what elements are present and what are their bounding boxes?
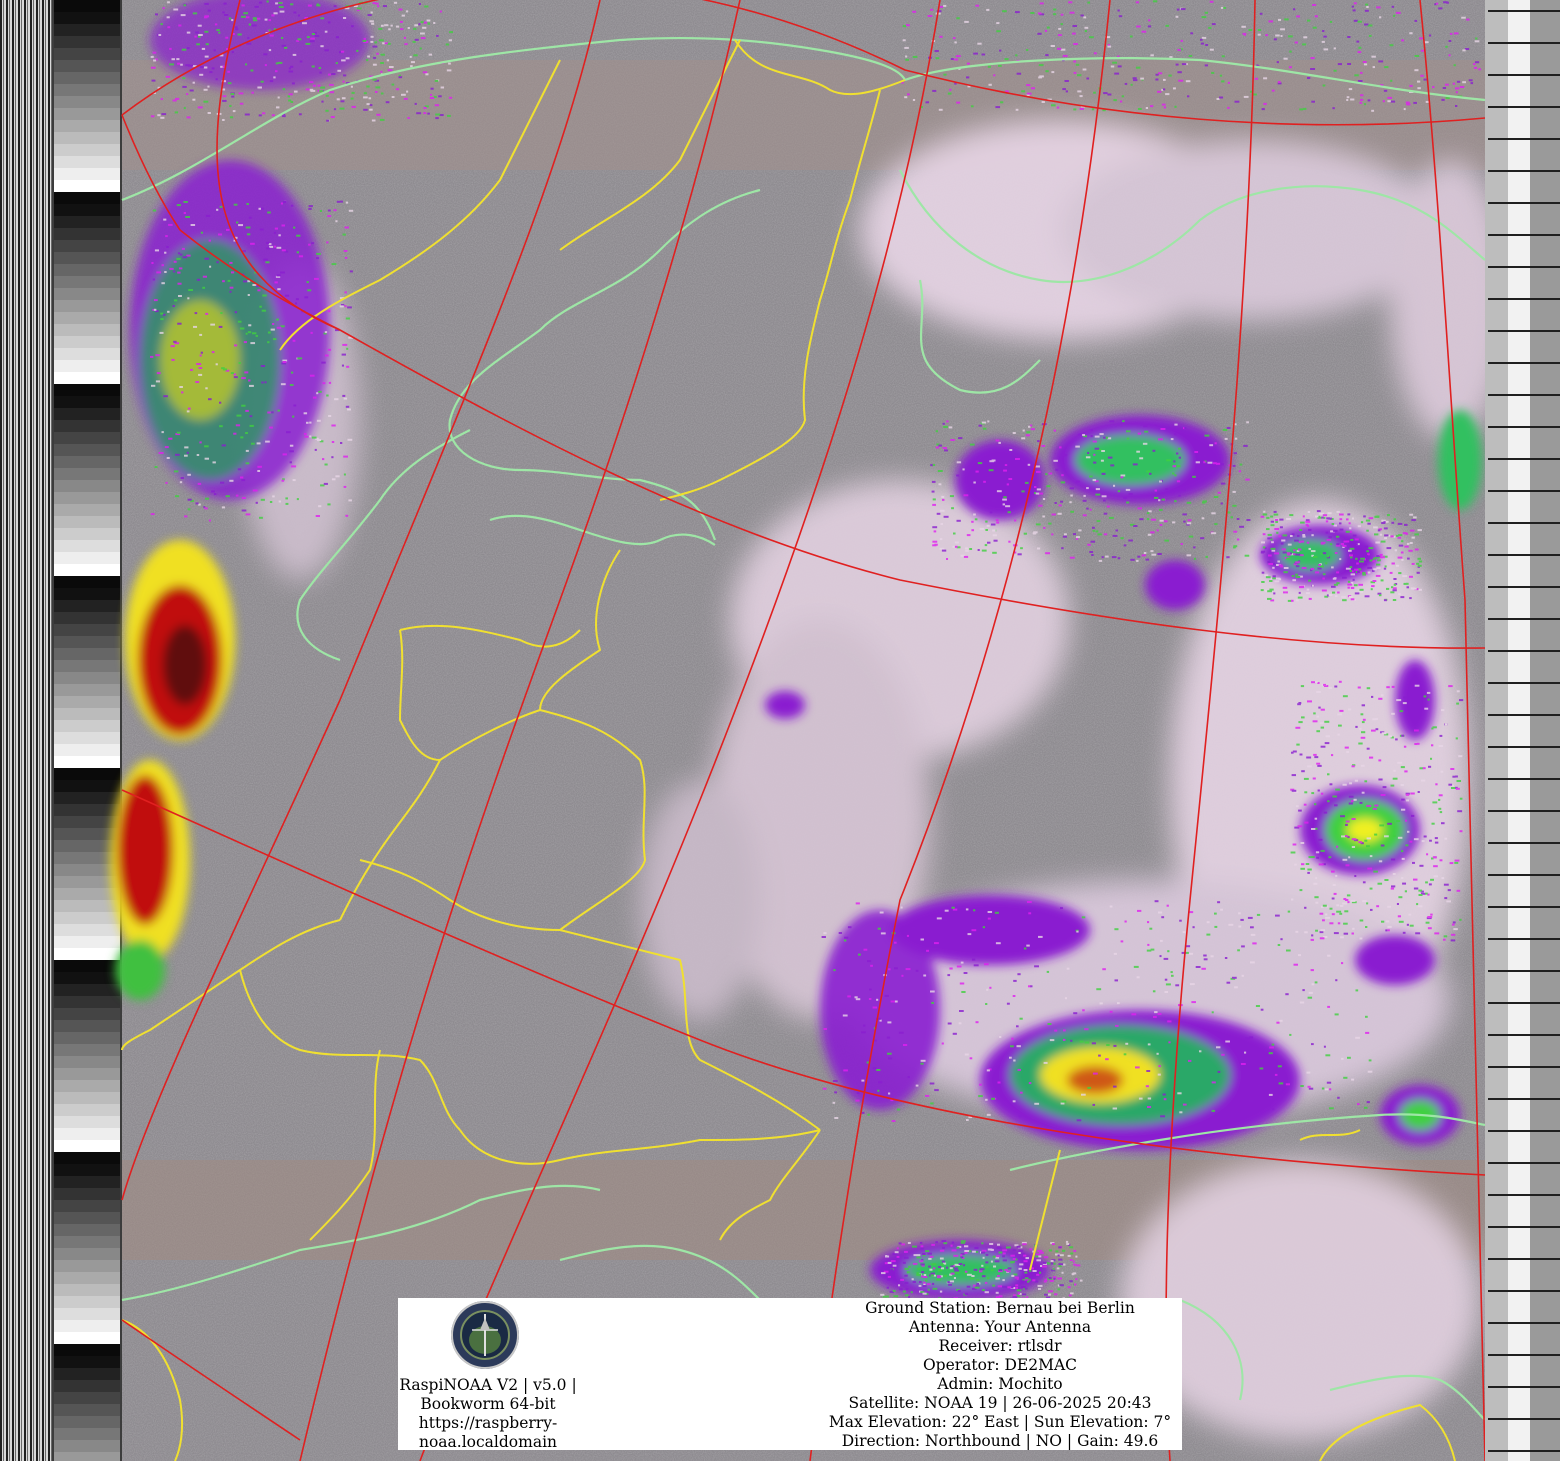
receiver-line: Receiver: rtlsdr: [938, 1337, 1062, 1355]
elevation-line: Max Elevation: 22° East | Sun Elevation:…: [828, 1413, 1172, 1431]
satellite-line: Satellite: NOAA 19 | 26-06-2025 20:43: [848, 1394, 1152, 1412]
url-line-2: noaa.localdomain: [418, 1433, 558, 1451]
right-telemetry-strip: [1485, 0, 1560, 1461]
satellite-image: [0, 0, 1560, 1461]
direction-line: Direction: Northbound | NO | Gain: 49.6: [841, 1432, 1159, 1450]
left-telemetry-wedges: [54, 0, 120, 1461]
software-info: RaspiNOAA V2 | v5.0 | Bookworm 64-bit ht…: [398, 1298, 578, 1451]
os-line: Bookworm 64-bit: [420, 1395, 556, 1413]
raspinoaa-satellite-logo-icon: [451, 1301, 519, 1369]
ground-station-line: Ground Station: Bernau bei Berlin: [865, 1299, 1135, 1317]
url-line-1: https://raspberry-: [418, 1414, 558, 1432]
operator-line: Operator: DE2MAC: [922, 1356, 1078, 1374]
info-overlay: RaspiNOAA V2 | v5.0 | Bookworm 64-bit ht…: [398, 1298, 1182, 1451]
software-version-line: RaspiNOAA V2 | v5.0 |: [399, 1376, 577, 1394]
antenna-line: Antenna: Your Antenna: [908, 1318, 1092, 1336]
admin-line: Admin: Mochito: [937, 1375, 1063, 1393]
station-info: Ground Station: Bernau bei Berlin Antenn…: [818, 1299, 1182, 1451]
